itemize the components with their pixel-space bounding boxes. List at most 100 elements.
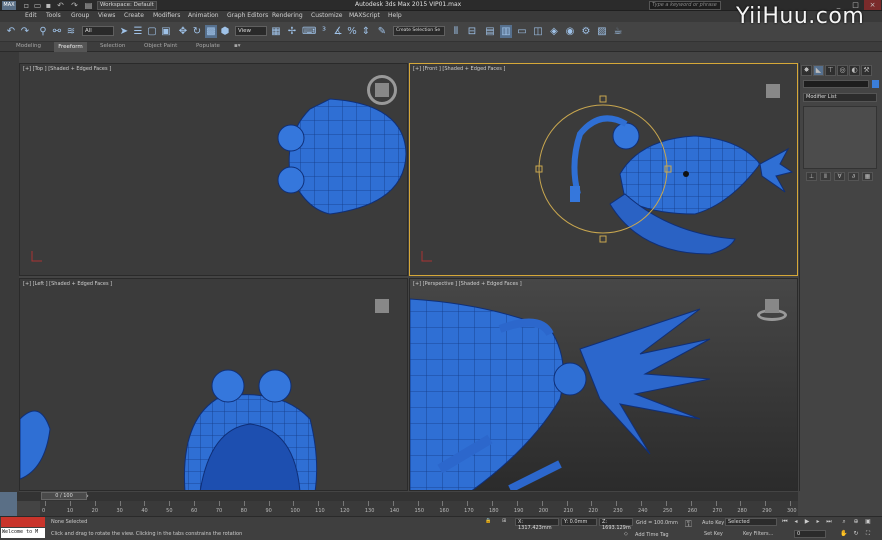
key-icon[interactable]: ⚿ [685, 520, 692, 530]
viewcube-face-icon[interactable] [375, 83, 389, 97]
percent-snap-icon[interactable]: % [346, 25, 358, 38]
unlink-icon[interactable]: ⚯ [51, 25, 63, 38]
viewcube-left[interactable] [375, 299, 389, 313]
key-mode-dropdown[interactable]: Selected [725, 518, 777, 526]
workspace-dropdown[interactable]: Workspace: Default [97, 1, 157, 10]
select-rotate-icon[interactable]: ↻ [191, 25, 203, 38]
hierarchy-tab-icon[interactable]: ⊤ [825, 65, 836, 76]
z-coordinate-field[interactable]: Z: 1693.129m [599, 518, 633, 531]
close-icon[interactable]: × [864, 0, 881, 10]
viewport-perspective[interactable]: [+] [Perspective ] [Shaded + Edged Faces… [409, 278, 798, 491]
modifier-stack[interactable] [803, 106, 877, 169]
mirror-icon[interactable]: ⫴ [450, 25, 462, 38]
time-next-icon[interactable]: › [86, 492, 94, 500]
tab-selection[interactable]: Selection [100, 43, 125, 49]
undo-icon[interactable]: ↶ [56, 1, 65, 10]
make-unique-icon[interactable]: ∀ [834, 172, 845, 181]
menu-views[interactable]: Views [98, 12, 115, 19]
mini-curve-editor-icon[interactable] [0, 492, 17, 516]
auto-key-button[interactable]: Auto Key [702, 520, 724, 526]
tab-modeling[interactable]: Modeling [16, 43, 41, 49]
keyboard-shortcut-icon[interactable]: ⌨ [302, 25, 316, 38]
rectangular-selection-icon[interactable]: ▢ [146, 25, 158, 38]
redo-toolbar-icon[interactable]: ↷ [19, 25, 31, 38]
menu-maxscript[interactable]: MAXScript [349, 12, 380, 19]
motion-tab-icon[interactable]: ◎ [837, 65, 848, 76]
time-tag-icon[interactable]: ◇ [624, 531, 628, 537]
reference-coordinate-dropdown[interactable]: View [235, 26, 267, 36]
snaps-toggle-icon[interactable]: ³ [318, 25, 330, 38]
configure-modifier-sets-icon[interactable]: ▦ [862, 172, 873, 181]
orbit-icon[interactable]: ↻ [852, 530, 860, 538]
search-input[interactable]: Type a keyword or phrase [649, 1, 721, 10]
display-tab-icon[interactable]: ◐ [849, 65, 860, 76]
show-end-result-icon[interactable]: Ⅱ [820, 172, 831, 181]
window-crossing-icon[interactable]: ▣ [160, 25, 172, 38]
menu-modifiers[interactable]: Modifiers [153, 12, 180, 19]
viewport-left[interactable]: [+] [Left ] [Shaded + Edged Faces ] [19, 278, 408, 491]
object-name-field[interactable] [803, 80, 869, 88]
zoom-icon[interactable]: ⌕ [840, 518, 848, 526]
tab-freeform[interactable]: Freeform [54, 42, 87, 52]
zoom-all-icon[interactable]: ⊕ [852, 518, 860, 526]
time-slider-thumb[interactable]: 0 / 100 [41, 492, 87, 500]
pin-stack-icon[interactable]: ⊥ [806, 172, 817, 181]
ribbon-options-icon[interactable]: ▪▾ [234, 43, 241, 49]
angle-snap-icon[interactable]: ∡ [332, 25, 344, 38]
go-to-end-icon[interactable]: ⏭ [825, 518, 833, 526]
menu-rendering[interactable]: Rendering [272, 12, 303, 19]
selection-filter-dropdown[interactable]: All [82, 26, 114, 36]
select-object-icon[interactable]: ➤ [118, 25, 130, 38]
select-scale-icon[interactable]: ▩ [205, 25, 217, 38]
tab-object-paint[interactable]: Object Paint [144, 43, 177, 49]
toggle-ribbon-icon[interactable]: ▭ [516, 25, 528, 38]
absolute-mode-icon[interactable]: ⊞ [502, 518, 506, 524]
viewport-top[interactable]: [+] [Top ] [Shaded + Edged Faces ] [19, 63, 408, 276]
align-icon[interactable]: ⊟ [466, 25, 478, 38]
x-coordinate-field[interactable]: X: 1317.423mm [515, 518, 559, 531]
spinner-snap-icon[interactable]: ⇕ [360, 25, 372, 38]
edit-named-selection-icon[interactable]: ✎ [376, 25, 388, 38]
render-production-icon[interactable]: ☕ [612, 25, 624, 38]
menu-group[interactable]: Group [71, 12, 89, 19]
menu-graph-editors[interactable]: Graph Editors [227, 12, 268, 19]
object-color-swatch[interactable] [872, 80, 879, 88]
play-icon[interactable]: ▶ [803, 518, 811, 526]
pivot-center-icon[interactable]: ▦ [270, 25, 282, 38]
viewcube-perspective[interactable] [765, 299, 779, 313]
select-move-icon[interactable]: ✥ [177, 25, 189, 38]
project-folder-icon[interactable]: ▤ [84, 1, 93, 10]
select-by-name-icon[interactable]: ☰ [132, 25, 144, 38]
open-icon[interactable]: ▭ [33, 1, 42, 10]
create-tab-icon[interactable]: ✸ [801, 65, 812, 76]
place-icon[interactable]: ⬢ [219, 25, 231, 38]
time-slider[interactable] [0, 492, 798, 501]
key-filters-button[interactable]: Key Filters... [743, 531, 773, 537]
menu-create[interactable]: Create [124, 12, 144, 19]
menu-tools[interactable]: Tools [46, 12, 61, 19]
render-setup-icon[interactable]: ⚙ [580, 25, 592, 38]
remove-modifier-icon[interactable]: ∂ [848, 172, 859, 181]
modifier-list-dropdown[interactable]: Modifier List [803, 93, 877, 102]
menu-edit[interactable]: Edit [25, 12, 37, 19]
scene-explorer-icon[interactable]: ▤ [484, 25, 496, 38]
named-selection-dropdown[interactable]: Create Selection Se [393, 26, 445, 36]
tab-populate[interactable]: Populate [196, 43, 220, 49]
redo-icon[interactable]: ↷ [70, 1, 79, 10]
y-coordinate-field[interactable]: Y: 0.0mm [561, 518, 597, 526]
zoom-extents-icon[interactable]: ▣ [864, 518, 872, 526]
menu-animation[interactable]: Animation [188, 12, 219, 19]
utilities-tab-icon[interactable]: ⚒ [861, 65, 872, 76]
viewport-front[interactable]: [+] [Front ] [Shaded + Edged Faces ] [409, 63, 798, 276]
current-frame-field[interactable]: 0 [794, 530, 826, 538]
maximize-viewport-icon[interactable]: ⛶ [864, 530, 872, 538]
undo-toolbar-icon[interactable]: ↶ [5, 25, 17, 38]
maxscript-listener-top[interactable] [1, 517, 45, 527]
select-manipulate-icon[interactable]: ✢ [286, 25, 298, 38]
lock-selection-icon[interactable]: 🔒 [485, 518, 491, 524]
layer-explorer-icon[interactable]: ▥ [500, 25, 512, 38]
previous-frame-icon[interactable]: ◂ [792, 518, 800, 526]
maxscript-mini-listener[interactable]: Welcome to M [1, 528, 45, 538]
bind-space-warp-icon[interactable]: ≋ [65, 25, 77, 38]
menu-customize[interactable]: Customize [311, 12, 343, 19]
